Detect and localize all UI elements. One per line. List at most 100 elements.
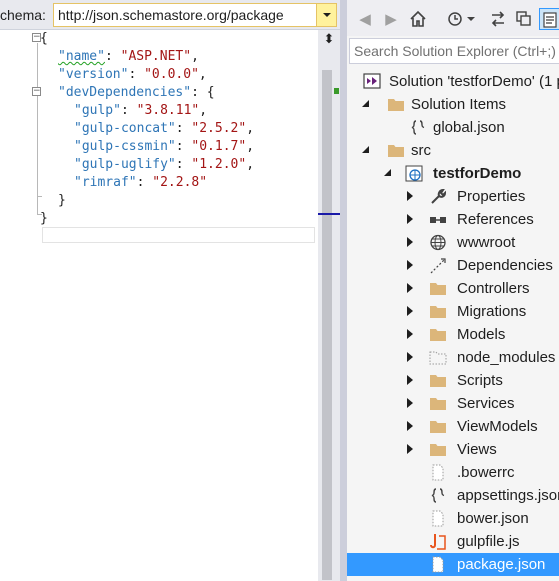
back-icon[interactable]: ◀ xyxy=(355,8,375,30)
tree-item-bowerrc[interactable]: .bowerrc xyxy=(347,461,559,484)
tree-item-dependencies[interactable]: Dependencies xyxy=(347,254,559,277)
tree-item-solution[interactable]: Solution 'testforDemo' (1 project) xyxy=(347,70,559,93)
expand-arrow-icon[interactable] xyxy=(405,191,415,201)
wrench-icon xyxy=(429,188,447,205)
tree-item-properties[interactable]: Properties xyxy=(347,185,559,208)
schema-combo[interactable] xyxy=(53,3,337,27)
folder-icon xyxy=(387,96,405,113)
schema-dropdown-button[interactable] xyxy=(316,4,336,26)
tree-item-scripts[interactable]: Scripts xyxy=(347,369,559,392)
editor-vertical-scrollbar[interactable]: ⬍ xyxy=(318,30,340,581)
expand-arrow-icon[interactable] xyxy=(405,352,415,362)
tree-item-views[interactable]: Views xyxy=(347,438,559,461)
window-splitter[interactable] xyxy=(340,0,347,581)
collapse-devdependencies-icon[interactable]: − xyxy=(32,87,41,96)
folder-icon xyxy=(429,303,447,320)
tree-item-label: Solution Items xyxy=(411,96,507,113)
tree-item-gulpfile-js[interactable]: gulpfile.js xyxy=(347,530,559,553)
tree-item-label: appsettings.json xyxy=(457,487,559,504)
code-line-10: } xyxy=(58,193,66,208)
solution-explorer-search[interactable] xyxy=(349,38,559,64)
solution-explorer-toolbar: ◀ ▶ xyxy=(347,0,559,36)
expand-arrow-icon[interactable] xyxy=(405,306,415,316)
tree-item-wwwroot[interactable]: wwwroot xyxy=(347,231,559,254)
tree-item-label: global.json xyxy=(433,119,505,136)
file-icon xyxy=(429,510,447,527)
code-line-5: "gulp": "3.8.11", xyxy=(74,103,208,118)
expand-arrow-icon[interactable] xyxy=(405,214,415,224)
tree-item-label: Migrations xyxy=(457,303,527,320)
globe-icon xyxy=(429,234,447,251)
tree-item-label: package.json xyxy=(457,556,546,573)
tree-item-solution-items[interactable]: Solution Items xyxy=(347,93,559,116)
code-line-1: { xyxy=(40,31,48,46)
references-icon xyxy=(429,211,447,228)
tree-item-label: Properties xyxy=(457,188,526,205)
code-line-11: } xyxy=(40,211,48,226)
expand-arrow-icon[interactable] xyxy=(361,99,371,109)
json-file-icon xyxy=(409,119,427,136)
outline-guide-end xyxy=(37,196,42,197)
code-line-2: "name": "ASP.NET", xyxy=(58,49,199,64)
expand-arrow-icon[interactable] xyxy=(405,375,415,385)
properties-icon[interactable] xyxy=(539,8,559,30)
gulp-file-icon xyxy=(429,533,447,550)
sync-icon[interactable] xyxy=(487,8,507,30)
tree-item-migrations[interactable]: Migrations xyxy=(347,300,559,323)
tree-item-appsettings-json[interactable]: appsettings.json xyxy=(347,484,559,507)
tree-item-services[interactable]: Services xyxy=(347,392,559,415)
refresh-icon[interactable] xyxy=(513,8,533,30)
code-line-8: "gulp-uglify": "1.2.0", xyxy=(74,157,255,172)
code-area[interactable]: − − { "name": "ASP.NET", "version": "0.0… xyxy=(0,30,318,581)
tree-item-label: .bowerrc xyxy=(457,464,515,481)
expand-arrow-icon[interactable] xyxy=(405,329,415,339)
pending-changes-icon[interactable] xyxy=(445,8,479,30)
solution-icon xyxy=(363,73,381,90)
expand-arrow-icon[interactable] xyxy=(361,145,371,155)
tree-item-global-json[interactable]: global.json xyxy=(347,116,559,139)
expand-arrow-icon[interactable] xyxy=(405,237,415,247)
expand-arrow-icon[interactable] xyxy=(405,283,415,293)
expand-arrow-icon[interactable] xyxy=(405,398,415,408)
tree-item-viewmodels[interactable]: ViewModels xyxy=(347,415,559,438)
tree-item-label: Solution 'testforDemo' (1 project) xyxy=(389,73,559,90)
caret-position-marker xyxy=(318,213,340,215)
forward-icon[interactable]: ▶ xyxy=(381,8,401,30)
expand-arrow-icon[interactable] xyxy=(405,444,415,454)
expand-arrow-icon[interactable] xyxy=(405,421,415,431)
home-icon[interactable] xyxy=(407,8,429,30)
expand-arrow-icon[interactable] xyxy=(383,168,393,178)
tree-item-models[interactable]: Models xyxy=(347,323,559,346)
json-file-icon xyxy=(429,487,447,504)
tree-item-label: bower.json xyxy=(457,510,529,527)
tree-item-label: ViewModels xyxy=(457,418,538,435)
code-line-3: "version": "0.0.0", xyxy=(58,67,207,82)
folder-icon xyxy=(429,441,447,458)
tree-item-bower-json[interactable]: bower.json xyxy=(347,507,559,530)
tree-item-src[interactable]: src xyxy=(347,139,559,162)
tree-item-label: testforDemo xyxy=(433,165,522,182)
tree-item-project[interactable]: testforDemo xyxy=(347,162,559,185)
tree-item-label: gulpfile.js xyxy=(457,533,520,550)
tree-item-package-json[interactable]: package.json xyxy=(347,553,559,576)
scrollbar-thumb[interactable] xyxy=(322,70,332,580)
folder-icon xyxy=(387,142,405,159)
tree-item-node-modules[interactable]: node_modules xyxy=(347,346,559,369)
tree-item-references[interactable]: References xyxy=(347,208,559,231)
tree-item-label: Models xyxy=(457,326,506,343)
outline-guide xyxy=(37,43,38,214)
schema-url-input[interactable] xyxy=(54,4,316,26)
solution-tree: Solution 'testforDemo' (1 project) Solut… xyxy=(347,70,559,581)
hidden-folder-icon xyxy=(429,349,447,366)
split-window-icon[interactable]: ⬍ xyxy=(320,32,338,48)
tree-item-controllers[interactable]: Controllers xyxy=(347,277,559,300)
search-input[interactable] xyxy=(350,39,559,63)
code-line-9: "rimraf": "2.2.8" xyxy=(74,175,208,190)
current-line-highlight xyxy=(42,227,315,243)
folder-icon xyxy=(429,326,447,343)
tree-item-label: Controllers xyxy=(457,280,530,297)
schema-bar: chema: xyxy=(0,0,340,30)
schema-label: chema: xyxy=(0,7,46,23)
expand-arrow-icon[interactable] xyxy=(405,260,415,270)
json-editor[interactable]: chema: − − { "name": "ASP.NET", "version… xyxy=(0,0,340,581)
